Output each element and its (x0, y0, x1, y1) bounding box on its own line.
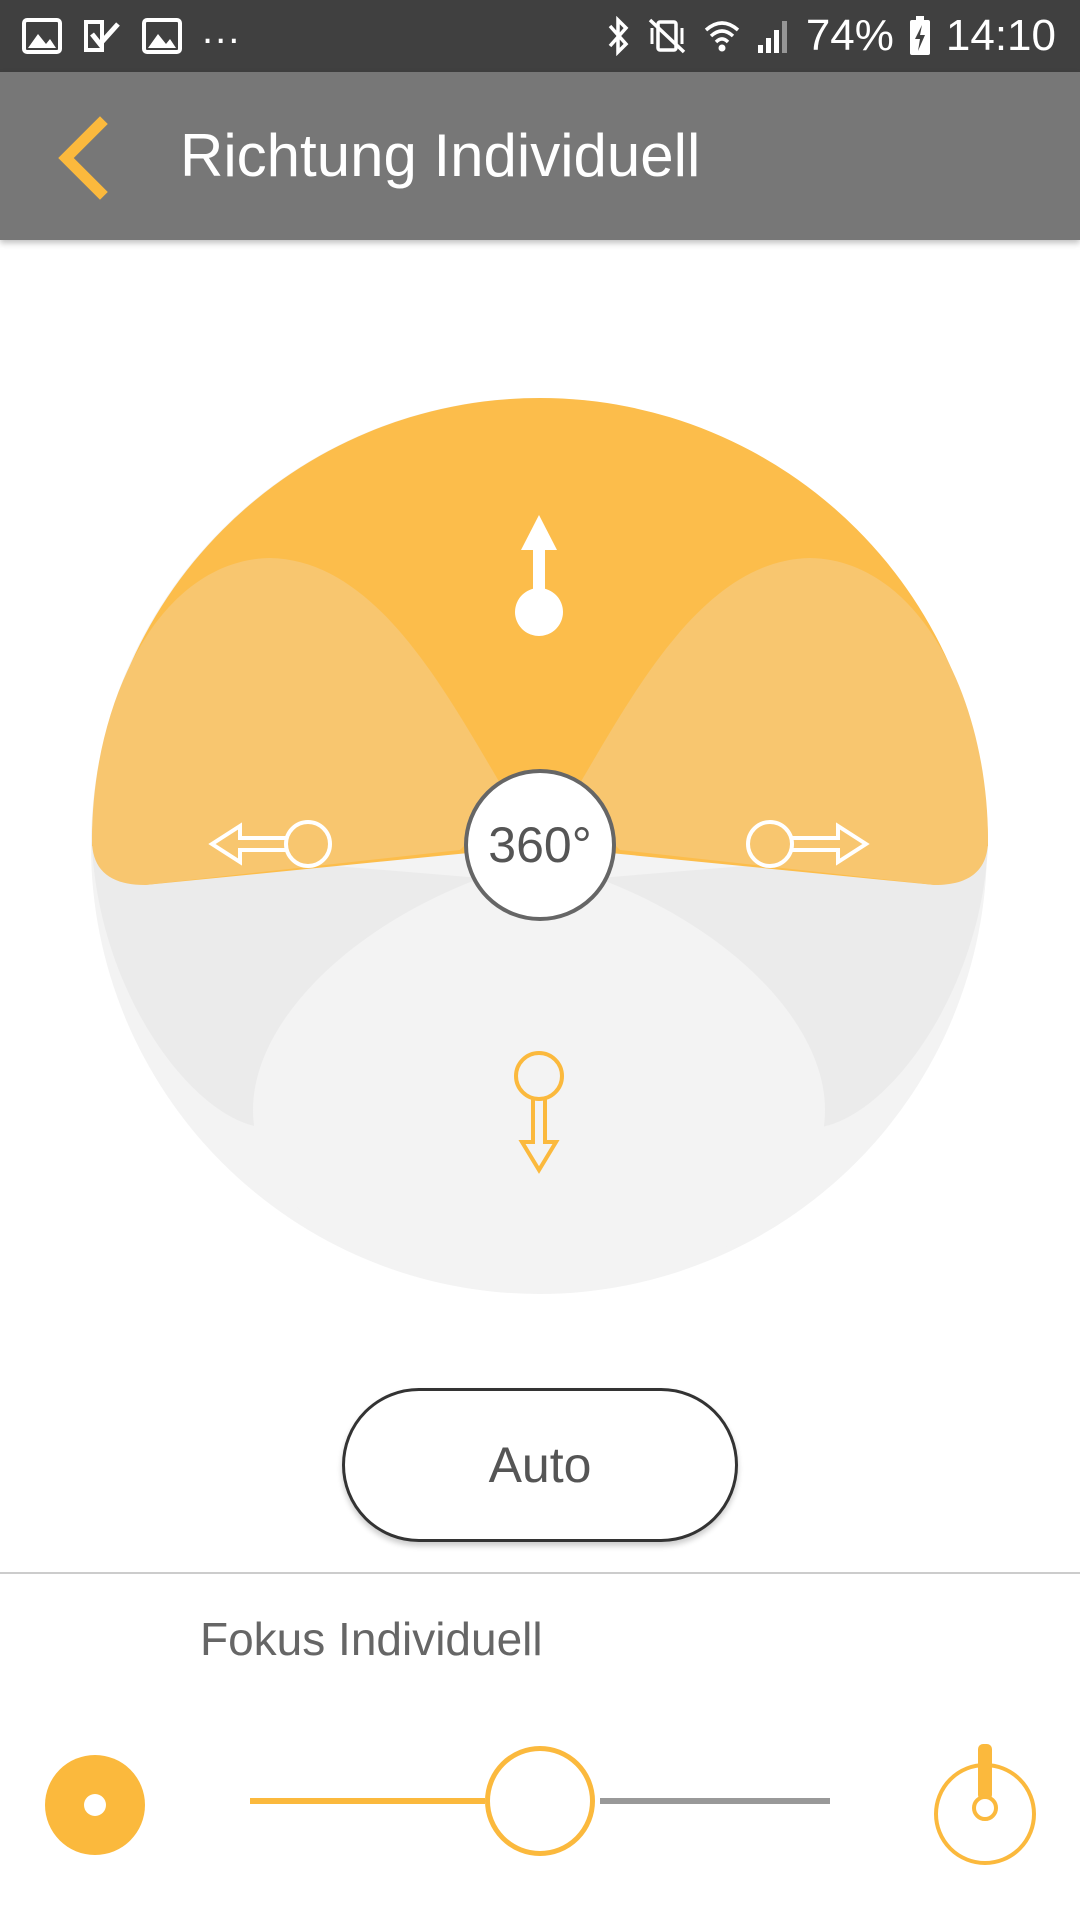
image-icon (142, 18, 182, 54)
section-divider (0, 1572, 1080, 1574)
center-360-button[interactable]: 360° (464, 769, 616, 921)
notification-area: ... (22, 0, 241, 72)
back-button[interactable] (36, 108, 136, 208)
system-status: 74% 14:10 (606, 0, 1056, 72)
focused-beam-icon[interactable] (930, 1740, 1040, 1866)
image-icon (22, 18, 62, 54)
focus-slider-area (0, 1730, 1080, 1890)
status-bar: ... 74% 14:10 (0, 0, 1080, 72)
page-title: Richtung Individuell (180, 122, 701, 189)
signal-icon (757, 21, 787, 53)
battery-percent: 74% (805, 11, 894, 60)
overflow-indicator: ... (202, 7, 242, 52)
app-bar: Richtung Individuell (0, 72, 1080, 240)
battery-charging-icon (909, 16, 930, 55)
focus-slider-thumb[interactable] (485, 1746, 595, 1856)
chevron-left-icon (58, 116, 108, 200)
focus-label: Fokus Individuell (200, 1613, 543, 1665)
clock: 14:10 (945, 11, 1056, 60)
vibrate-mute-icon (648, 18, 686, 54)
slider-track-empty[interactable] (600, 1798, 830, 1804)
wifi-icon (704, 21, 739, 52)
bluetooth-icon (608, 16, 629, 56)
check-task-icon (84, 20, 120, 52)
wide-beam-icon[interactable] (44, 1754, 146, 1856)
auto-button[interactable]: Auto (342, 1388, 738, 1542)
slider-track-filled[interactable] (250, 1798, 485, 1804)
